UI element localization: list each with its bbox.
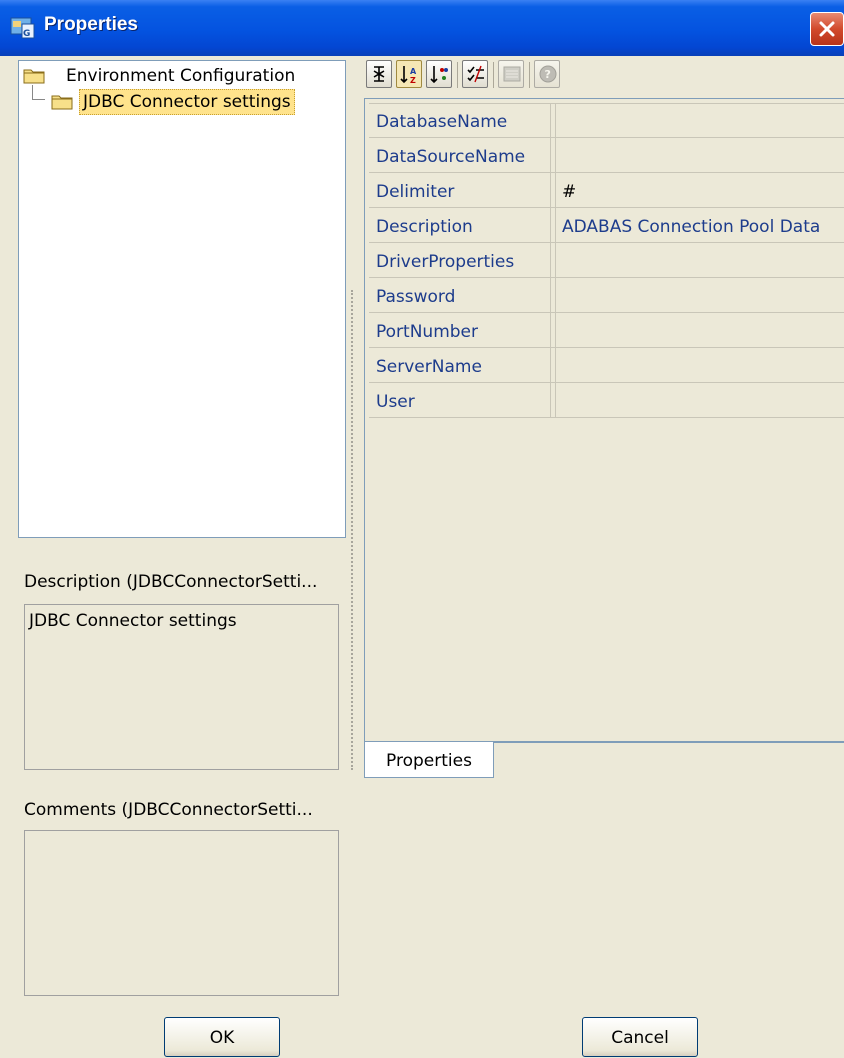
comments-text-area[interactable] bbox=[24, 830, 339, 996]
window-title: Properties bbox=[44, 14, 138, 35]
property-name: Delimiter bbox=[369, 173, 551, 207]
tree-connector-line bbox=[32, 85, 45, 100]
property-name: DataSourceName bbox=[369, 138, 551, 172]
toolbar-separator bbox=[493, 62, 494, 88]
folder-icon bbox=[23, 69, 45, 84]
customize-button[interactable] bbox=[498, 60, 524, 88]
panel-splitter[interactable] bbox=[351, 290, 356, 770]
property-name: Description bbox=[369, 208, 551, 242]
property-name: PortNumber bbox=[369, 313, 551, 347]
comments-label: Comments (JDBCConnectorSetti... bbox=[24, 800, 313, 820]
toolbar-separator bbox=[457, 62, 458, 88]
tab-properties[interactable]: Properties bbox=[364, 742, 494, 778]
folder-icon bbox=[51, 95, 73, 110]
property-name: Password bbox=[369, 278, 551, 312]
property-name: DriverProperties bbox=[369, 243, 551, 277]
cancel-button[interactable]: Cancel bbox=[582, 1017, 698, 1057]
property-row-portnumber[interactable]: PortNumber bbox=[369, 313, 844, 348]
sort-by-category-button[interactable] bbox=[426, 60, 452, 88]
property-row-password[interactable]: Password bbox=[369, 278, 844, 313]
property-name: User bbox=[369, 383, 551, 417]
property-row-servername[interactable]: ServerName bbox=[369, 348, 844, 383]
property-value[interactable] bbox=[555, 138, 844, 172]
show-editable-icon bbox=[467, 65, 484, 83]
toolbar-separator bbox=[529, 62, 530, 88]
property-value[interactable] bbox=[555, 103, 844, 137]
show-editable-button[interactable] bbox=[462, 60, 488, 88]
ok-button[interactable]: OK bbox=[164, 1017, 280, 1057]
close-button[interactable] bbox=[810, 12, 844, 46]
property-row-databasename[interactable]: DatabaseName bbox=[369, 103, 844, 138]
property-name: ServerName bbox=[369, 348, 551, 382]
property-value[interactable] bbox=[555, 313, 844, 347]
tree-root-label: Environment Configuration bbox=[66, 66, 296, 86]
svg-text:Z: Z bbox=[410, 76, 416, 85]
property-value[interactable] bbox=[555, 243, 844, 277]
property-row-description[interactable]: Description ADABAS Connection Pool Data bbox=[369, 208, 844, 243]
description-text-area[interactable]: JDBC Connector settings bbox=[24, 604, 339, 770]
tab-strip-line bbox=[494, 742, 844, 743]
properties-app-icon: G bbox=[10, 16, 36, 40]
help-button[interactable]: ? bbox=[534, 60, 560, 88]
svg-text:G: G bbox=[23, 29, 30, 39]
property-row-driverproperties[interactable]: DriverProperties bbox=[369, 243, 844, 278]
property-row-delimiter[interactable]: Delimiter # bbox=[369, 173, 844, 208]
configuration-tree[interactable]: Environment Configuration JDBC Connector… bbox=[18, 60, 346, 538]
unsorted-button[interactable] bbox=[366, 60, 392, 88]
svg-text:?: ? bbox=[545, 68, 551, 81]
property-row-user[interactable]: User bbox=[369, 383, 844, 418]
property-value[interactable] bbox=[555, 348, 844, 382]
property-grid: DatabaseName DataSourceName Delimiter # … bbox=[369, 103, 844, 418]
sort-by-category-icon bbox=[430, 66, 448, 84]
property-value[interactable]: ADABAS Connection Pool Data bbox=[555, 208, 844, 242]
help-icon: ? bbox=[539, 65, 557, 83]
sort-alphabetical-icon: A Z bbox=[400, 66, 417, 85]
description-label: Description (JDBCConnectorSetti... bbox=[24, 572, 318, 592]
sort-unsorted-icon bbox=[373, 66, 385, 82]
property-value[interactable]: # bbox=[555, 173, 844, 207]
property-value[interactable] bbox=[555, 278, 844, 312]
property-name: DatabaseName bbox=[369, 103, 551, 137]
property-row-datasourcename[interactable]: DataSourceName bbox=[369, 138, 844, 173]
tree-child-label: JDBC Connector settings bbox=[79, 89, 295, 115]
property-sheet: DatabaseName DataSourceName Delimiter # … bbox=[364, 98, 844, 742]
close-icon bbox=[819, 21, 835, 37]
sort-alphabetical-button[interactable]: A Z bbox=[396, 60, 422, 88]
customize-icon bbox=[503, 66, 521, 82]
title-bar: G Properties bbox=[0, 0, 844, 56]
svg-text:A: A bbox=[410, 67, 417, 76]
property-value[interactable] bbox=[555, 383, 844, 417]
